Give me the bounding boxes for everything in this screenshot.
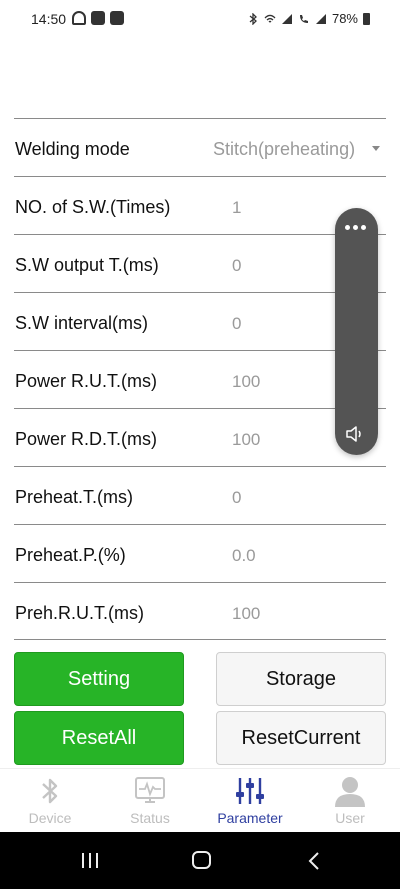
storage-button[interactable]: Storage [216,652,386,706]
row-label: Power R.U.T.(ms) [15,371,158,391]
back-icon[interactable] [308,852,320,870]
call-icon [299,14,308,23]
preheat-time-input[interactable]: 0 [232,488,241,508]
recent-apps-icon[interactable] [82,853,98,868]
sw-output-input[interactable]: 0 [232,256,241,276]
tab-label: Status [130,810,170,826]
row-label: S.W output T.(ms) [15,255,159,275]
volume-panel[interactable] [335,208,378,455]
tab-label: User [335,810,365,826]
power-rut-input[interactable]: 100 [232,372,260,392]
app-icon [110,11,124,25]
parameter-form: Welding mode Stitch(preheating) NO. of S… [14,118,386,640]
row-label: Preheat.T.(ms) [15,487,134,507]
row-power-rut: Power R.U.T.(ms) 100 [14,350,386,408]
row-welding-mode[interactable]: Welding mode Stitch(preheating) [14,118,386,176]
home-icon[interactable] [192,851,211,869]
welding-mode-select[interactable]: Stitch(preheating) [213,139,355,160]
power-rdt-input[interactable]: 100 [232,430,260,450]
wifi-icon [264,14,276,22]
row-label: Power R.D.T.(ms) [15,429,158,449]
bluetooth-icon [249,12,257,25]
reset-current-button[interactable]: ResetCurrent [216,711,386,765]
bottom-tab-bar: Device Status Parameter User [0,768,400,832]
app-screen: 14:50 78% Welding mode Stitch(preheating… [0,0,400,889]
signal-icon [281,13,292,24]
speaker-icon[interactable] [345,424,367,444]
row-label: Preheat.P.(%) [15,545,126,565]
gallery-icon [91,11,105,25]
signal2-icon [315,13,326,24]
tab-label: Device [28,810,72,826]
row-preheat-power: Preheat.P.(%) 0.0 [14,524,386,582]
preheat-rut-input[interactable]: 100 [232,604,260,624]
tab-device[interactable]: Device [0,769,100,832]
status-time: 14:50 [31,11,67,27]
system-nav-bar [0,832,400,889]
preheat-power-input[interactable]: 0.0 [232,546,256,566]
dropdown-arrow-icon[interactable] [372,146,380,151]
row-label: Welding mode [15,139,130,159]
more-options-icon[interactable] [345,225,366,230]
row-sw-times: NO. of S.W.(Times) 1 [14,176,386,234]
row-label: NO. of S.W.(Times) [15,197,171,217]
tab-parameter[interactable]: Parameter [200,769,300,832]
row-sw-output: S.W output T.(ms) 0 [14,234,386,292]
tab-user[interactable]: User [300,769,400,832]
user-icon [335,777,365,807]
notification-icon [72,11,86,25]
row-label: S.W interval(ms) [15,313,149,333]
row-preheat-time: Preheat.T.(ms) 0 [14,466,386,524]
system-icons: 78% [247,11,370,26]
reset-all-button[interactable]: ResetAll [14,711,184,765]
monitor-icon [135,777,165,803]
battery-percent: 78% [331,11,358,26]
sw-times-input[interactable]: 1 [232,198,241,218]
bluetooth-icon [42,778,58,804]
row-label: Preh.R.U.T.(ms) [15,603,145,623]
row-power-rdt: Power R.D.T.(ms) 100 [14,408,386,466]
notification-icons [72,11,124,25]
row-preheat-rut: Preh.R.U.T.(ms) 100 [14,582,386,640]
setting-button[interactable]: Setting [14,652,184,706]
tab-label: Parameter [217,810,283,826]
sw-interval-input[interactable]: 0 [232,314,241,334]
status-bar: 14:50 78% [0,0,400,38]
row-sw-interval: S.W interval(ms) 0 [14,292,386,350]
battery-icon [363,12,370,25]
sliders-icon [236,778,264,804]
tab-status[interactable]: Status [100,769,200,832]
